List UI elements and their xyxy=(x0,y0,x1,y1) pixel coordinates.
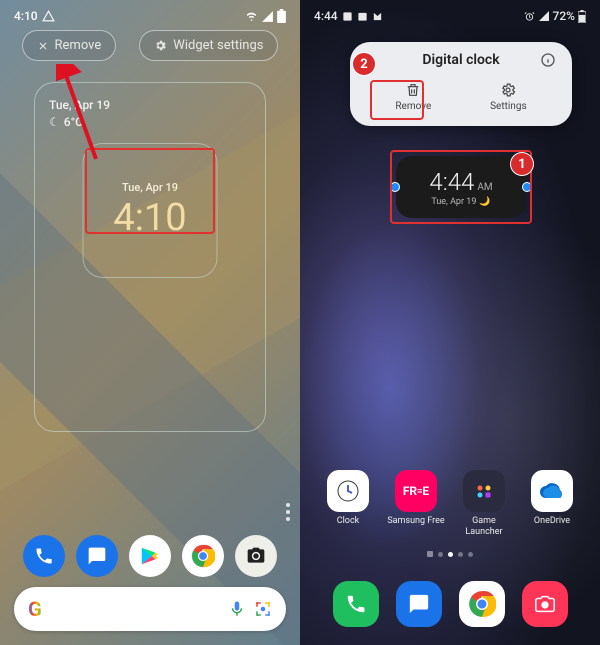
popup-remove-button[interactable]: Remove xyxy=(387,78,439,116)
samsung-phone: 4:44 72% Digital clock Remove Settings xyxy=(300,0,600,645)
resize-handle-right[interactable] xyxy=(522,182,532,192)
signal-icon xyxy=(538,10,550,22)
widget-settings-button[interactable]: Widget settings xyxy=(139,30,278,61)
widget-edit-frame[interactable]: Tue, Apr 19 ☾ 6°C Tue, Apr 19 4:10 xyxy=(34,82,266,432)
camera-icon[interactable] xyxy=(235,535,277,577)
widget-context-popup: Digital clock Remove Settings xyxy=(350,42,572,126)
annotation-badge-1: 1 xyxy=(510,152,534,176)
status-bar: 4:44 72% xyxy=(300,6,600,26)
remove-button[interactable]: Remove xyxy=(22,30,117,61)
alarm-icon xyxy=(524,11,535,22)
popup-settings-label: Settings xyxy=(490,101,527,112)
popup-remove-label: Remove xyxy=(395,101,431,112)
clock-date: Tue, Apr 19 xyxy=(122,181,178,194)
battery-icon xyxy=(277,9,286,23)
trash-icon xyxy=(405,82,421,98)
pixel-phone: 4:10 Remove Widget settings Tue, Apr 19 … xyxy=(0,0,300,645)
clock-widget[interactable]: Tue, Apr 19 4:10 xyxy=(83,143,218,278)
camera-icon[interactable] xyxy=(522,581,568,627)
gear-icon xyxy=(500,82,516,98)
clock-ampm: AM xyxy=(477,182,492,193)
messages-app-icon[interactable] xyxy=(396,581,442,627)
date-text: Tue, Apr 19 xyxy=(49,97,251,114)
battery-text: 72% xyxy=(553,9,575,23)
notif-image-icon xyxy=(342,11,353,22)
clock-date: Tue, Apr 19 xyxy=(431,197,476,207)
close-icon xyxy=(37,40,49,52)
notif-mail-icon xyxy=(372,11,383,22)
app-label: Samsung Free xyxy=(387,516,444,526)
date-weather: Tue, Apr 19 ☾ 6°C xyxy=(49,97,251,131)
app-onedrive[interactable]: OneDrive xyxy=(522,470,582,537)
info-icon[interactable] xyxy=(540,52,556,68)
google-logo-icon: G xyxy=(28,597,42,621)
temp-text: 6°C xyxy=(64,114,83,131)
widget-settings-label: Widget settings xyxy=(173,38,263,53)
status-time: 4:44 xyxy=(314,9,338,23)
phone-app-icon[interactable] xyxy=(333,581,379,627)
app-label: Clock xyxy=(337,516,359,526)
resize-handle-left[interactable] xyxy=(390,182,400,192)
clock-time: 4:10 xyxy=(113,196,186,240)
page-indicator xyxy=(300,551,600,557)
moon-icon: ☾ xyxy=(49,114,60,131)
clock-widget[interactable]: 4:44 AM Tue, Apr 19 🌙 xyxy=(396,156,526,218)
status-bar: 4:10 xyxy=(0,6,300,26)
search-bar[interactable]: G xyxy=(14,587,286,631)
wifi-icon xyxy=(245,10,258,23)
app-label: OneDrive xyxy=(534,516,570,526)
annotation-badge-2: 2 xyxy=(352,52,376,76)
app-clock[interactable]: Clock xyxy=(318,470,378,537)
mic-icon[interactable] xyxy=(228,600,246,618)
dock xyxy=(0,535,300,577)
phone-app-icon[interactable] xyxy=(23,535,65,577)
gear-icon xyxy=(154,39,167,52)
clock-time: 4:44 xyxy=(429,168,474,196)
moon-icon: 🌙 xyxy=(479,197,490,207)
widget-action-row: Remove Widget settings xyxy=(0,30,300,61)
messages-app-icon[interactable] xyxy=(76,535,118,577)
favorites-dock xyxy=(300,581,600,627)
popup-title: Digital clock xyxy=(422,52,499,68)
notif-calendar-icon xyxy=(357,11,368,22)
status-time: 4:10 xyxy=(14,9,38,23)
home-app-row: Clock FR≡E Samsung Free Game Launcher On… xyxy=(300,470,600,537)
app-samsung-free[interactable]: FR≡E Samsung Free xyxy=(386,470,446,537)
chrome-icon[interactable] xyxy=(182,535,224,577)
page-indicator xyxy=(286,503,290,521)
signal-icon xyxy=(261,10,274,23)
popup-settings-button[interactable]: Settings xyxy=(482,78,535,116)
app-label: Game Launcher xyxy=(454,516,514,537)
remove-label: Remove xyxy=(55,38,102,53)
dnd-icon xyxy=(42,10,55,23)
play-store-icon[interactable] xyxy=(129,535,171,577)
battery-icon xyxy=(578,10,586,23)
app-game-launcher[interactable]: Game Launcher xyxy=(454,470,514,537)
lens-icon[interactable] xyxy=(254,600,272,618)
chrome-icon[interactable] xyxy=(459,581,505,627)
